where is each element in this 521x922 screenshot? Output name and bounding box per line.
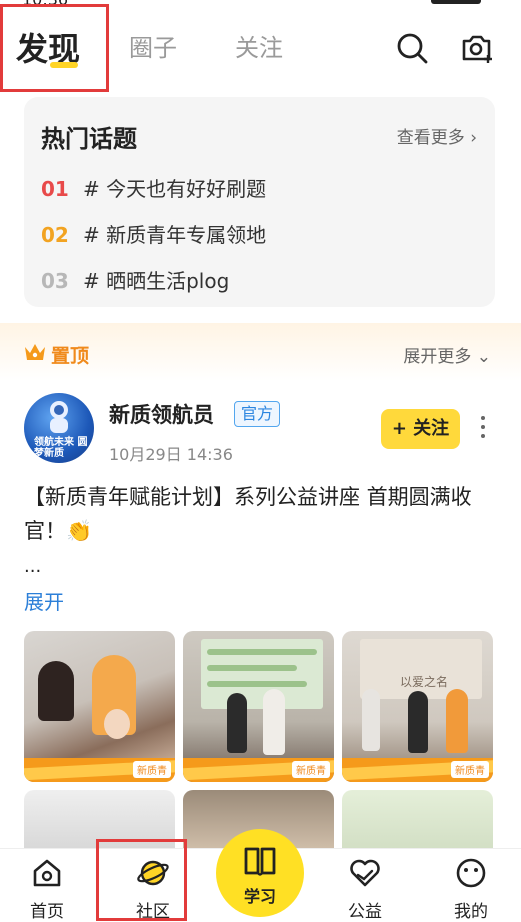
highlight-box-discover <box>0 4 109 92</box>
nav-item-me[interactable]: 我的 <box>436 857 506 922</box>
photo-figure <box>446 689 468 753</box>
nav-label: 我的 <box>454 902 488 922</box>
hot-topics-title: 热门话题 <box>41 125 137 153</box>
see-more-link[interactable]: 查看更多 › <box>397 123 477 148</box>
avatar[interactable]: 领航未来 圆梦新质 <box>24 393 94 463</box>
topic-text: # 新质青年专属领地 <box>83 223 267 247</box>
hot-topic-item[interactable]: 03 # 晒晒生活plog <box>41 265 229 294</box>
photo-figure <box>408 691 428 753</box>
nav-item-charity[interactable]: 公益 <box>330 857 400 922</box>
follow-button[interactable]: + 关注 <box>381 409 460 449</box>
nav-label: 首页 <box>30 902 64 922</box>
topic-rank: 02 <box>41 223 69 247</box>
more-options-icon[interactable] <box>478 416 488 442</box>
photo-banner: 新质青 <box>342 758 493 782</box>
photo-screen <box>201 639 323 709</box>
post-photo-2[interactable]: 新质青 <box>183 631 334 782</box>
official-badge: 官方 <box>234 401 281 427</box>
nav-label: 公益 <box>348 902 382 922</box>
astronaut-icon <box>50 401 68 433</box>
crown-icon <box>25 344 45 360</box>
smile-icon <box>456 858 486 888</box>
nav-item-home[interactable]: 首页 <box>12 857 82 922</box>
photo-figure <box>263 689 285 755</box>
photo-tag: 新质青 <box>133 761 171 778</box>
photo-screen: 以爱之名 <box>360 639 482 699</box>
expand-more-button[interactable]: 展开更多 ⌄ <box>403 342 491 367</box>
battery-icon <box>431 0 481 4</box>
expand-post-link[interactable]: 展开 <box>24 586 64 615</box>
post-photo-3[interactable]: 以爱之名 新质青 <box>342 631 493 782</box>
book-icon <box>244 847 276 876</box>
home-icon <box>33 859 61 887</box>
post-time: 10月29日 14:36 <box>109 445 233 464</box>
search-icon[interactable] <box>394 30 430 66</box>
post-content: 【新质青年赋能计划】系列公益讲座 首期圆满收官！👏 <box>24 485 472 543</box>
pinned-label: 置顶 <box>51 345 90 367</box>
nav-item-learn[interactable]: 学习 <box>216 829 304 917</box>
camera-icon[interactable] <box>459 29 495 65</box>
photo-figure <box>227 693 247 753</box>
photo-figure <box>38 661 74 721</box>
photo-figure <box>362 689 380 751</box>
nav-label: 学习 <box>243 887 276 906</box>
post-photo-1[interactable]: 新质青 <box>24 631 175 782</box>
photo-tag: 新质青 <box>451 761 489 778</box>
photo-banner: 新质青 <box>183 758 334 782</box>
topic-rank: 03 <box>41 269 69 293</box>
author-name[interactable]: 新质领航员 <box>109 399 214 429</box>
photo-slide-text: 以爱之名 <box>400 675 449 689</box>
heart-hand-icon <box>350 859 380 887</box>
topic-text: # 今天也有好好刷题 <box>83 177 267 201</box>
photo-banner: 新质青 <box>24 758 175 782</box>
photo-figure <box>104 709 130 739</box>
hot-topic-item[interactable]: 01 # 今天也有好好刷题 <box>41 173 266 202</box>
topic-rank: 01 <box>41 177 69 201</box>
hot-topics-card: 热门话题 查看更多 › 01 # 今天也有好好刷题 02 # 新质青年专属领地 03… <box>24 97 495 307</box>
tab-circles[interactable]: 圈子 <box>129 28 177 63</box>
tab-following[interactable]: 关注 <box>235 28 283 63</box>
hot-topic-item[interactable]: 02 # 新质青年专属领地 <box>41 219 266 248</box>
topic-text: # 晒晒生活plog <box>83 269 230 293</box>
avatar-caption: 领航未来 圆梦新质 <box>34 437 88 459</box>
photo-tag: 新质青 <box>292 761 330 778</box>
pinned-header: 置顶 展开更多 ⌄ <box>0 323 521 381</box>
highlight-box-community <box>96 839 187 921</box>
post-ellipsis: ... <box>24 556 42 577</box>
